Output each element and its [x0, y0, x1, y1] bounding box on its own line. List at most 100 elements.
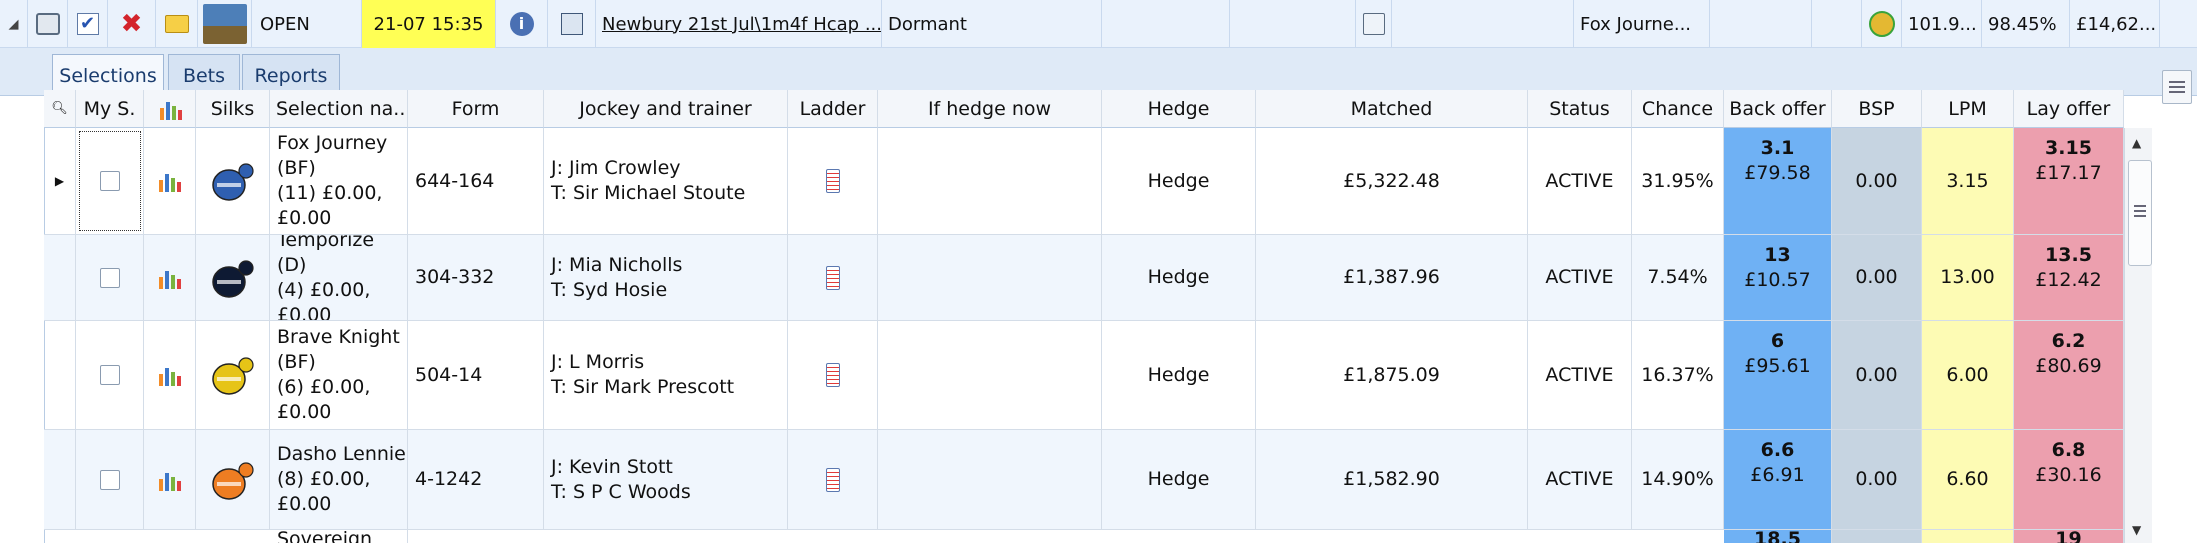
hedge-button[interactable]: Hedge — [1102, 128, 1256, 234]
silks-icon — [196, 430, 270, 529]
selection-name-line: £0.00 — [277, 303, 332, 321]
market-name-link[interactable]: Newbury 21st Jul\1m4f Hcap ... — [596, 0, 882, 48]
outer-scroll-button[interactable] — [2162, 70, 2192, 104]
ladder-icon[interactable] — [788, 321, 878, 429]
selection-name[interactable]: Brave Knight (BF) (6) £0.00, £0.00 — [270, 321, 408, 429]
selection-name-line: (11) £0.00, — [277, 182, 383, 204]
collapse-arrow-icon[interactable]: ◢ — [0, 0, 28, 48]
header-bsp[interactable]: BSP — [1832, 90, 1922, 128]
close-market-icon[interactable]: ✖ — [108, 0, 156, 48]
runner-row[interactable]: Dasho Lennie (8) £0.00, £0.00 4-1242 J: Ke… — [44, 430, 2124, 530]
chance: 7.54% — [1632, 235, 1724, 320]
selection-name[interactable]: Fox Journey (BF) (11) £0.00, £0.00 — [270, 128, 408, 234]
back-offer-cell[interactable]: 13 £10.57 — [1724, 235, 1832, 320]
runner-row[interactable]: ▶ Fox Journey (BF) (11) £0.00, £0.00 644-16… — [44, 128, 2124, 235]
back-price[interactable]: 18.5 — [1724, 530, 1832, 543]
chart-icon[interactable] — [144, 235, 196, 320]
status: ACTIVE — [1528, 235, 1632, 320]
selection-name[interactable]: Dasho Lennie (8) £0.00, £0.00 — [270, 430, 408, 529]
status: ACTIVE — [1528, 430, 1632, 529]
info-icon[interactable]: i — [496, 0, 548, 48]
envelope-icon[interactable] — [156, 0, 198, 48]
my-selection-cell[interactable] — [76, 235, 144, 320]
trainer: T: Syd Hosie — [551, 278, 668, 301]
hedge-button[interactable]: Hedge — [1102, 430, 1256, 529]
chance: 14.90% — [1632, 430, 1724, 529]
header-chance[interactable]: Chance — [1632, 90, 1724, 128]
lay-price[interactable]: 19 — [2014, 530, 2124, 543]
my-selection-checkbox[interactable] — [99, 469, 120, 490]
form: 304-332 — [408, 235, 544, 320]
lay-offer-cell[interactable]: 6.2 £80.69 — [2014, 321, 2124, 429]
scroll-up-icon[interactable]: ▲ — [2132, 136, 2141, 150]
ladder-icon[interactable] — [788, 235, 878, 320]
market-empty-cell-2 — [1230, 0, 1356, 48]
market-value-1: 101.9... — [1902, 0, 1982, 48]
header-status[interactable]: Status — [1528, 90, 1632, 128]
lay-offer-cell[interactable]: 6.8 £30.16 — [2014, 430, 2124, 529]
my-selection-cell[interactable] — [76, 321, 144, 429]
back-offer-cell[interactable]: 3.1 £79.58 — [1724, 128, 1832, 234]
lay-offer-cell[interactable]: 3.15 £17.17 — [2014, 128, 2124, 234]
my-selection-cell[interactable] — [76, 128, 144, 234]
header-my-selection[interactable]: My S. — [76, 90, 144, 128]
lay-offer-cell[interactable]: 13.5 £12.42 — [2014, 235, 2124, 320]
market-row[interactable]: ◢ ✔ ✖ OPEN 21-07 15:35 i Newbury 21st Ju… — [0, 0, 2197, 48]
checked-checkbox-icon[interactable]: ✔ — [68, 0, 108, 48]
hedge-button[interactable]: Hedge — [1102, 321, 1256, 429]
lpm-cell — [1922, 530, 2014, 543]
runner-row[interactable]: Brave Knight (BF) (6) £0.00, £0.00 504-14 J… — [44, 321, 2124, 430]
header-form[interactable]: Form — [408, 90, 544, 128]
selection-name-line: (6) £0.00, — [277, 376, 371, 398]
header-back-offer[interactable]: Back offer — [1724, 90, 1832, 128]
silks-icon — [196, 235, 270, 320]
header-jockey-trainer[interactable]: Jockey and trainer — [544, 90, 788, 128]
header-if-hedge-now[interactable]: If hedge now — [878, 90, 1102, 128]
chart-icon[interactable] — [144, 321, 196, 429]
back-size: £79.58 — [1744, 162, 1811, 184]
chart-icon[interactable] — [144, 128, 196, 234]
selection-name[interactable]: Sovereign — [270, 530, 408, 543]
market-favourite: Fox Journe... — [1574, 0, 1710, 48]
my-selection-checkbox[interactable] — [99, 267, 120, 288]
scroll-down-icon[interactable]: ▼ — [2132, 523, 2141, 537]
selection-name-line: (BF) — [277, 351, 316, 373]
my-selection-cell[interactable] — [76, 430, 144, 529]
scroll-thumb[interactable] — [2128, 160, 2152, 266]
calendar-icon[interactable] — [548, 0, 596, 48]
trainer: T: S P C Woods — [551, 480, 691, 503]
jockey: J: L Morris — [551, 351, 645, 373]
header-matched[interactable]: Matched — [1256, 90, 1528, 128]
horse-racing-icon — [198, 0, 252, 48]
coins-icon[interactable] — [1862, 0, 1902, 48]
runner-row[interactable]: Temporize (D) (4) £0.00, £0.00 304-332 J: … — [44, 235, 2124, 321]
header-lpm[interactable]: LPM — [1922, 90, 2014, 128]
selection-name[interactable]: Temporize (D) (4) £0.00, £0.00 — [270, 235, 408, 320]
search-market-icon[interactable] — [1356, 0, 1392, 48]
grid-vertical-scrollbar[interactable]: ▲ ▼ — [2124, 128, 2152, 543]
hedge-button[interactable]: Hedge — [1102, 235, 1256, 320]
ladder-icon[interactable] — [788, 128, 878, 234]
lay-size: £12.42 — [2035, 269, 2102, 291]
header-silks[interactable]: Silks — [196, 90, 270, 128]
header-hedge[interactable]: Hedge — [1102, 90, 1256, 128]
my-selection-checkbox[interactable] — [99, 365, 120, 385]
jockey-trainer: J: Kevin Stott T: S P C Woods — [544, 430, 788, 529]
selection-name-line: £0.00 — [277, 401, 332, 423]
auto-refresh-icon[interactable] — [28, 0, 68, 48]
lpm: 6.00 — [1922, 321, 2014, 429]
selection-name-line: Temporize (D) — [277, 235, 375, 276]
my-selection-checkbox[interactable] — [99, 171, 120, 191]
ladder-icon[interactable] — [788, 430, 878, 529]
back-offer-cell[interactable]: 6.6 £6.91 — [1724, 430, 1832, 529]
header-lay-offer[interactable]: Lay offer — [2014, 90, 2124, 128]
header-ladder[interactable]: Ladder — [788, 90, 878, 128]
runner-row-partial[interactable]: Sovereign 18.5 19 — [44, 530, 2124, 543]
chart-icon[interactable] — [144, 430, 196, 529]
search-column-icon[interactable]: 🔍︎ — [44, 90, 76, 128]
header-selection-name[interactable]: Selection na... — [270, 90, 408, 128]
chart-column-icon[interactable] — [144, 90, 196, 128]
back-offer-cell[interactable]: 6 £95.61 — [1724, 321, 1832, 429]
row-indicator — [44, 321, 76, 429]
jockey-trainer: J: Mia Nicholls T: Syd Hosie — [544, 235, 788, 320]
